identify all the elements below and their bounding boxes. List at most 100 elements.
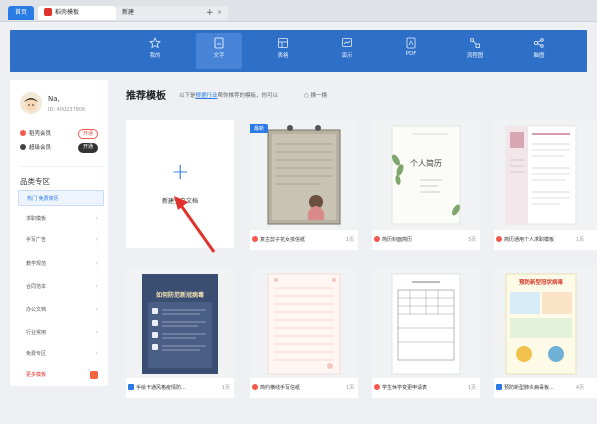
module-pdf[interactable]: PDF	[388, 33, 434, 69]
refresh-icon: ○	[304, 93, 309, 99]
category-more[interactable]: 更多模板	[18, 367, 104, 383]
module-flowchart[interactable]: 流程图	[452, 33, 498, 69]
industry-link[interactable]: 根据行业	[196, 93, 218, 99]
user-id: ID: 400237806	[48, 107, 86, 113]
category-job[interactable]: 求职模板 ›	[18, 211, 104, 227]
page-title: 推荐模板	[126, 91, 166, 102]
module-flowchart-label: 流程图	[466, 53, 484, 59]
diamond-icon	[20, 143, 26, 150]
template-card[interactable]: 如何防范新冠病毒 手绘卡通风格疫情防... 1页	[126, 268, 234, 398]
template-type-icon	[496, 235, 502, 242]
category-hot[interactable]: 热门 免费简历	[18, 190, 104, 206]
chevron-right-icon: ›	[95, 283, 98, 290]
module-mindmap[interactable]: 脑图	[516, 33, 562, 69]
category-more-label: 更多模板	[26, 372, 47, 378]
membership-daoke: 稻壳会员 开通	[20, 129, 104, 139]
tab-daoke-templates[interactable]: 稻壳模板	[38, 6, 116, 20]
category-office[interactable]: 办公文档 ›	[18, 302, 104, 318]
chevron-right-icon: ›	[95, 236, 98, 243]
template-card[interactable]: 最新 复古剪子花女孩信纸 1页	[250, 120, 358, 250]
template-pages: 1页	[345, 237, 354, 243]
template-type-icon	[128, 383, 134, 390]
template-pages: 3页	[467, 237, 476, 243]
module-mine[interactable]: 我的	[132, 33, 178, 69]
module-mine-label: 我的	[149, 53, 161, 59]
template-card[interactable]: 预防新型冠状病毒 预防新型肺炎病毒板... 4页	[494, 268, 597, 398]
category-teaching[interactable]: 教学规范 ›	[18, 256, 104, 272]
flowchart-icon	[469, 37, 480, 48]
chevron-right-icon: ›	[95, 260, 98, 267]
module-sheet[interactable]: 表格	[260, 33, 306, 69]
category-free-label: 免费专区	[26, 351, 47, 357]
letter-paper-thumbnail	[267, 125, 341, 225]
chevron-right-icon: ›	[95, 306, 98, 313]
module-presentation[interactable]: 演示	[324, 33, 370, 69]
category-handwritten[interactable]: 手写广告 ›	[18, 232, 104, 248]
user-avatar-icon	[24, 98, 38, 111]
template-card[interactable]: 简约横线手写信纸 1页	[250, 268, 358, 398]
template-card[interactable]: 个人简历 简历封面简历 3页	[372, 120, 480, 250]
template-thumbnail	[250, 120, 358, 230]
template-card[interactable]: 学生休学变更申请表 1页	[372, 268, 480, 398]
template-title: 手绘卡通风格疫情防...	[136, 385, 186, 391]
chevron-right-icon: ›	[95, 329, 98, 336]
new-badge: 最新	[250, 124, 269, 133]
template-type-icon	[374, 383, 380, 390]
module-mindmap-label: 脑图	[533, 53, 545, 59]
tab-home[interactable]: 首页	[8, 6, 34, 20]
sidebar: Na, ID: 400237806 稻壳会员 开通 超级会员 开通 品类专区 热…	[10, 80, 108, 386]
pdf-icon	[406, 37, 416, 49]
template-pages: 4页	[575, 385, 584, 391]
category-contract[interactable]: 合同范本 ›	[18, 279, 104, 295]
template-thumbnail: 如何防范新冠病毒	[126, 268, 234, 378]
activate-super-button[interactable]: 开通	[78, 143, 98, 153]
module-writer-label: 文字	[213, 53, 225, 59]
template-caption: 简历通用个人求职模板 1页	[496, 234, 586, 246]
module-sheet-label: 表格	[277, 53, 289, 59]
category-hot-label: 热门 免费简历	[27, 196, 59, 202]
user-name: Na,	[48, 95, 60, 103]
avatar[interactable]	[20, 92, 42, 114]
category-free[interactable]: 免费专区 ›	[18, 346, 104, 362]
template-title: 简约横线手写信纸	[260, 385, 301, 391]
refresh-button[interactable]: ○ 换一换	[304, 91, 327, 99]
divider	[20, 166, 104, 167]
template-title: 简历通用个人求职模板	[504, 237, 555, 243]
plus-icon: +	[171, 160, 190, 185]
membership-super: 超级会员 开通	[20, 143, 104, 153]
mindmap-icon	[533, 38, 544, 48]
category-contract-label: 合同范本	[26, 284, 47, 290]
chevron-right-icon: ›	[95, 350, 98, 357]
add-tab-icon[interactable]: +	[206, 6, 214, 20]
activate-daoke-button[interactable]: 开通	[78, 129, 98, 139]
close-icon[interactable]: ×	[217, 6, 222, 20]
crown-icon	[20, 129, 26, 136]
template-type-icon	[252, 235, 258, 242]
template-caption: 简历封面简历 3页	[374, 234, 478, 246]
chevron-right-icon: ›	[95, 215, 98, 222]
template-thumbnail	[372, 268, 480, 378]
template-type-icon	[496, 383, 502, 390]
template-card[interactable]: 简历通用个人求职模板 1页	[494, 120, 597, 250]
star-icon	[149, 37, 161, 49]
category-job-label: 求职模板	[26, 216, 47, 222]
poster-thumbnail-title: 如何防范新冠病毒	[155, 292, 204, 299]
template-pages: 1页	[345, 385, 354, 391]
template-thumbnail: 个人简历	[372, 120, 480, 230]
title-bar: 首页 稻壳模板 新建 × +	[0, 0, 597, 22]
daoke-logo-icon	[44, 7, 52, 16]
membership-daoke-label: 稻壳会员	[29, 131, 52, 137]
resume-template-thumbnail	[505, 125, 577, 225]
template-title: 学生休学变更申请表	[382, 385, 428, 391]
annotation-arrow	[174, 196, 216, 253]
category-industry[interactable]: 行业常用 ›	[18, 325, 104, 341]
module-pdf-label: PDF	[405, 51, 417, 57]
template-title: 复古剪子花女孩信纸	[260, 237, 306, 243]
module-writer[interactable]: 文字	[196, 33, 242, 69]
template-caption: 复古剪子花女孩信纸 1页	[252, 234, 356, 246]
application-form-thumbnail	[391, 273, 461, 375]
template-caption: 预防新型肺炎病毒板... 4页	[496, 382, 586, 394]
tab-daoke-label: 稻壳模板	[55, 9, 80, 16]
tab-new-label: 新建	[122, 9, 135, 16]
lined-letter-thumbnail	[267, 273, 341, 375]
